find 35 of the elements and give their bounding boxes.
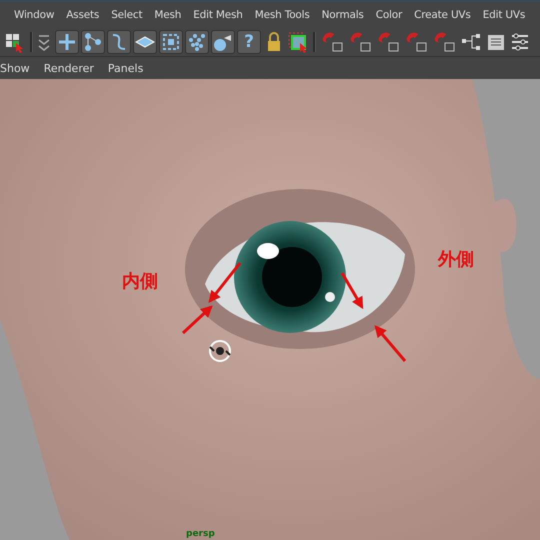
panel-menu-item[interactable]: Panels bbox=[108, 62, 144, 74]
plane-icon[interactable] bbox=[133, 30, 157, 54]
magnet-icon[interactable] bbox=[432, 30, 456, 52]
menu-item[interactable]: Create UVs bbox=[414, 8, 471, 20]
magnet-icon[interactable] bbox=[348, 30, 372, 52]
magnet-icon[interactable] bbox=[376, 30, 400, 52]
particles-icon[interactable] bbox=[185, 30, 209, 54]
menu-item[interactable]: Window bbox=[14, 8, 54, 20]
menu-item[interactable]: Assets bbox=[66, 8, 100, 20]
menu-item[interactable]: Mesh Tools bbox=[254, 8, 310, 20]
menu-item[interactable]: Color bbox=[376, 8, 402, 20]
arrow bbox=[208, 262, 242, 303]
menu-item[interactable]: Edit UVs bbox=[482, 8, 526, 20]
lock-icon[interactable] bbox=[265, 30, 283, 52]
arrow bbox=[340, 272, 364, 310]
settings-icon[interactable] bbox=[510, 30, 530, 52]
camera-label: persp bbox=[186, 529, 215, 539]
menu-item[interactable]: Edit Mesh bbox=[193, 8, 243, 20]
magnet-icon[interactable] bbox=[404, 30, 428, 52]
menu-item[interactable]: Mesh bbox=[154, 8, 182, 20]
magnet-icon[interactable] bbox=[320, 30, 344, 52]
menu-item[interactable]: Normals bbox=[322, 8, 364, 20]
rotate-cursor-icon bbox=[209, 340, 231, 362]
plus-icon[interactable] bbox=[55, 30, 79, 54]
cube-grid-icon[interactable] bbox=[159, 30, 183, 54]
annotation-label: 内側 bbox=[122, 270, 158, 293]
menu-item[interactable]: Select bbox=[111, 8, 142, 20]
panel-menu-item[interactable]: Show bbox=[0, 62, 30, 74]
arrow bbox=[182, 305, 213, 334]
annotation-label: 外側 bbox=[438, 248, 474, 271]
help-button[interactable]: ? bbox=[237, 30, 261, 54]
arrow bbox=[374, 325, 406, 362]
node-icon[interactable] bbox=[81, 30, 105, 54]
panel-menu-item[interactable]: Renderer bbox=[44, 62, 94, 74]
curve-icon[interactable] bbox=[107, 30, 131, 54]
